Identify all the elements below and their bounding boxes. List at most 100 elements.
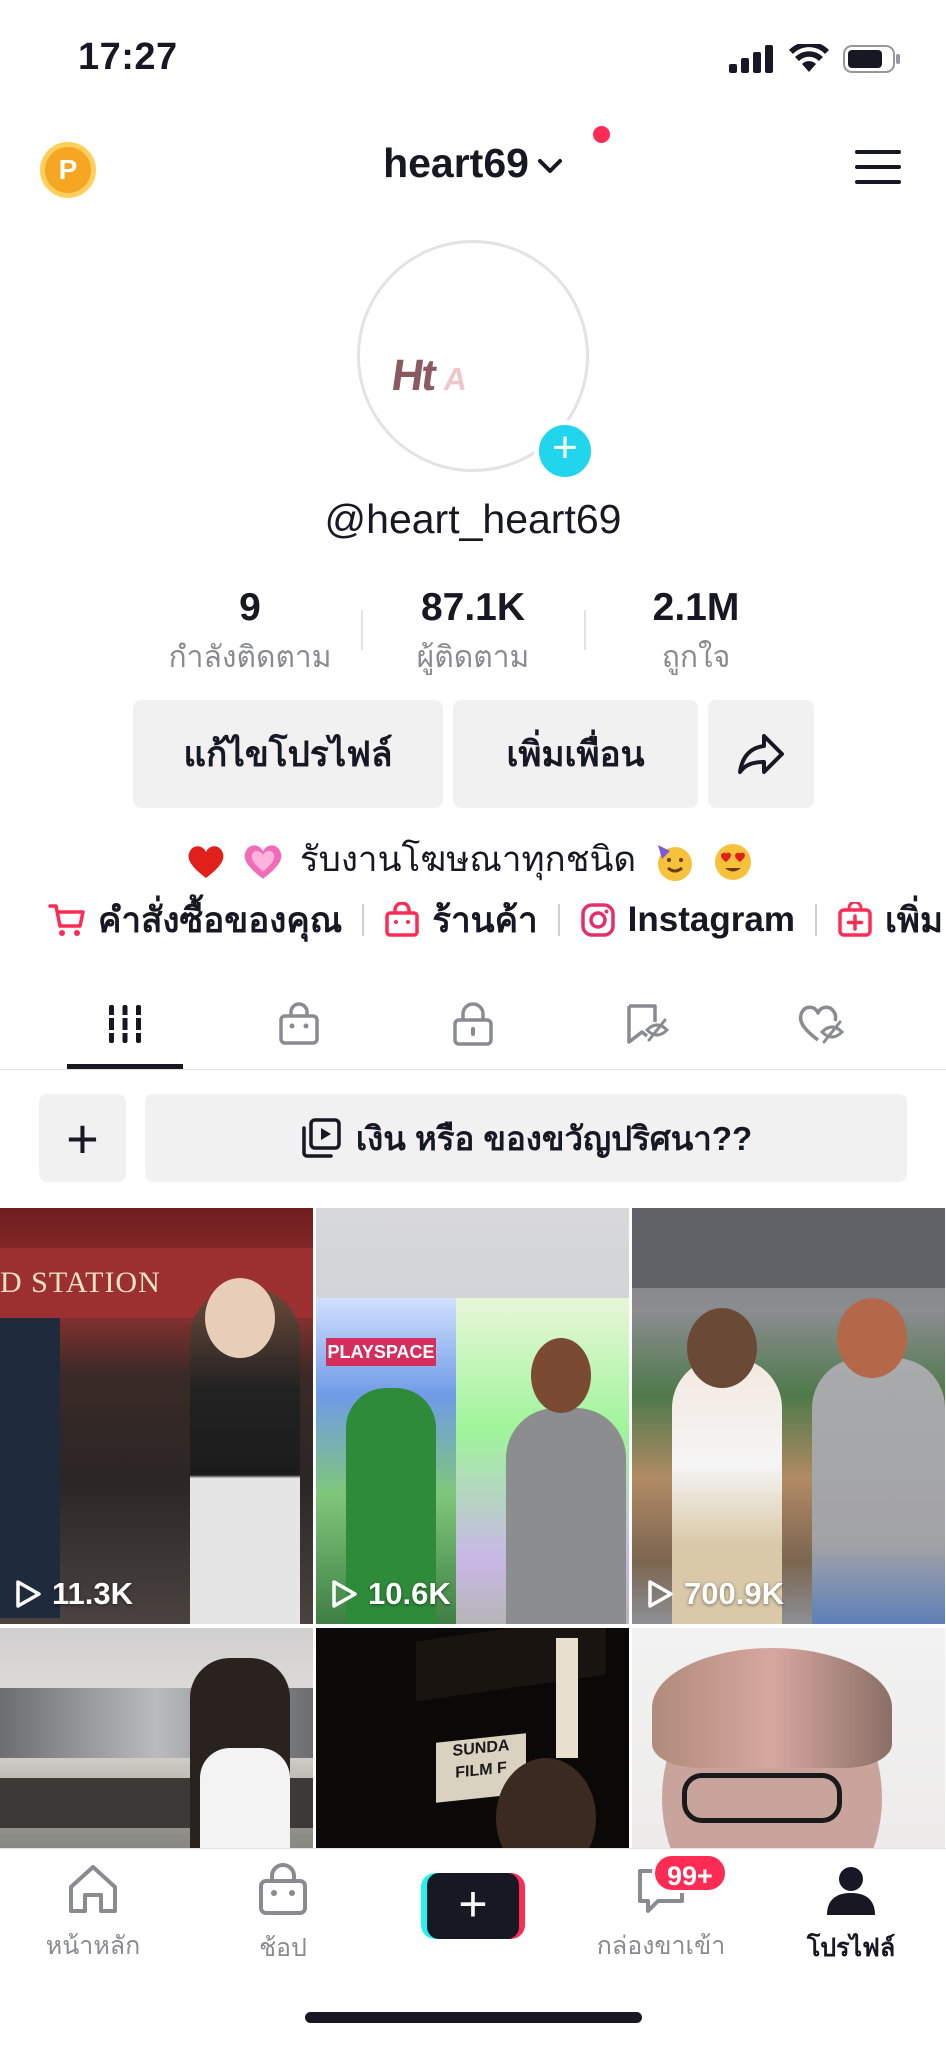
video-thumbnail[interactable] (632, 1628, 945, 1848)
add-box-icon (838, 902, 872, 937)
notification-dot (593, 126, 610, 143)
nav-inbox-label: กล่องขาเข้า (596, 1932, 726, 1960)
edit-profile-button[interactable]: แก้ไขโปรไฟล์ (133, 700, 443, 808)
status-icons (729, 44, 901, 74)
heart-eyes-face-icon (714, 843, 751, 880)
add-label: เพิ่ม (884, 900, 944, 940)
active-tab-indicator (67, 1064, 183, 1069)
add-story-button[interactable]: + (534, 420, 596, 482)
instagram-label: Instagram (627, 900, 795, 939)
shop-bag-icon (259, 1863, 307, 1915)
account-switcher[interactable]: heart69 (0, 140, 946, 187)
share-arrow-icon (738, 734, 784, 774)
status-time: 17:27 (78, 36, 178, 78)
profile-actions: แก้ไขโปรไฟล์ เพิ่มเพื่อน (0, 700, 946, 810)
header-username[interactable]: heart69 (383, 140, 529, 187)
tab-shop[interactable] (269, 998, 329, 1050)
cellular-signal-icon (729, 45, 773, 73)
link-separator (557, 904, 560, 936)
orders-link[interactable]: คำสั่งซื้อของคุณ (48, 893, 342, 948)
red-heart-icon (188, 845, 224, 878)
playlist-chip[interactable]: เงิน หรือ ของขวัญปริศนา?? (145, 1094, 907, 1182)
play-outline-icon (332, 1580, 357, 1608)
profile-bio: รับงานโฆษณาทุกชนิด (0, 832, 946, 887)
party-face-icon (657, 844, 692, 881)
profile-links: คำสั่งซื้อของคุณ ร้านค้า Instagram เพิ่ม (48, 892, 943, 948)
heart-hidden-icon (798, 1005, 845, 1044)
tab-favorites[interactable] (617, 998, 677, 1050)
shop-label: ร้านค้า (432, 900, 538, 940)
thumbnail-sign: PLAYSPACE (326, 1338, 436, 1366)
add-link[interactable]: เพิ่ม (837, 893, 943, 948)
share-profile-button[interactable] (708, 700, 814, 808)
following-label: กำลังติดตาม (168, 641, 332, 674)
shop-bag-icon (279, 1002, 319, 1045)
inbox-badge: 99+ (652, 1853, 728, 1893)
bookmark-hidden-icon (627, 1004, 670, 1044)
nav-profile[interactable]: โปรไฟล์ (776, 1863, 926, 1968)
avatar-logo-text: Ht (388, 351, 438, 400)
sparkling-heart-icon (244, 845, 282, 879)
bio-text: รับงานโฆษณาทุกชนิด (299, 840, 637, 879)
shop-bag-icon (385, 902, 419, 937)
video-thumbnail[interactable]: PLAYSPACE 10.6K (316, 1208, 629, 1624)
profile-stats: 9 กำลังติดตาม 87.1K ผู้ติดตาม 2.1M ถูกใจ (0, 586, 946, 676)
wifi-icon (789, 44, 829, 72)
video-thumbnail[interactable]: 700.9K (632, 1208, 945, 1624)
view-count: 10.6K (330, 1576, 451, 1612)
home-indicator (305, 2012, 642, 2023)
orders-label: คำสั่งซื้อของคุณ (98, 900, 343, 940)
stat-divider (361, 610, 363, 650)
nav-home[interactable]: หน้าหลัก (18, 1863, 168, 1966)
lock-icon (453, 1002, 493, 1046)
nav-shop[interactable]: ช้อป (208, 1863, 358, 1968)
battery-icon (843, 45, 900, 73)
nav-home-label: หน้าหลัก (45, 1932, 141, 1960)
playlist-title: เงิน หรือ ของขวัญปริศนา?? (355, 1119, 753, 1157)
tab-liked[interactable] (791, 998, 851, 1050)
shop-link[interactable]: ร้านค้า (384, 893, 538, 948)
plus-icon: + (427, 1873, 519, 1939)
likes-count: 2.1M (652, 586, 740, 629)
view-count-text: 700.9K (684, 1576, 784, 1611)
followers-count: 87.1K (420, 586, 526, 629)
view-count-text: 11.3K (52, 1576, 134, 1611)
following-count: 9 (239, 586, 261, 629)
view-count: 11.3K (14, 1576, 133, 1612)
playlist-icon (302, 1118, 341, 1158)
video-thumbnail[interactable] (0, 1628, 313, 1848)
video-thumbnail[interactable]: D STATION 11.3K (0, 1208, 313, 1624)
link-separator (814, 904, 817, 936)
avatar-logo: Ht A (388, 351, 469, 401)
likes-stat[interactable]: 2.1M ถูกใจ (601, 586, 791, 681)
grid-icon (105, 1005, 145, 1043)
view-count-text: 10.6K (368, 1576, 451, 1611)
home-icon (69, 1865, 117, 1913)
play-outline-icon (648, 1580, 673, 1608)
playlist-bar: + เงิน หรือ ของขวัญปริศนา?? (0, 1094, 946, 1184)
profile-header: P heart69 (0, 120, 946, 212)
nav-profile-label: โปรไฟล์ (806, 1934, 896, 1962)
add-playlist-button[interactable]: + (39, 1094, 126, 1182)
thumbnail-sign: D STATION (0, 1266, 161, 1299)
status-bar: 17:27 (0, 0, 946, 120)
view-count: 700.9K (646, 1576, 784, 1612)
chevron-down-icon[interactable] (537, 157, 563, 175)
tab-videos[interactable] (95, 998, 155, 1050)
video-grid: D STATION 11.3K PLAYSPACE 10.6K 700.9K S… (0, 1208, 946, 1848)
menu-icon[interactable] (855, 150, 901, 188)
add-friends-button[interactable]: เพิ่มเพื่อน (453, 700, 698, 808)
instagram-link[interactable]: Instagram (580, 900, 795, 940)
nav-shop-label: ช้อป (259, 1934, 307, 1962)
following-stat[interactable]: 9 กำลังติดตาม (155, 586, 345, 681)
content-tabs (0, 980, 946, 1070)
tab-private[interactable] (443, 998, 503, 1050)
followers-stat[interactable]: 87.1K ผู้ติดตาม (378, 586, 568, 681)
link-separator (362, 904, 365, 936)
video-thumbnail[interactable]: SUNDA FILM F (316, 1628, 629, 1848)
followers-label: ผู้ติดตาม (416, 641, 530, 674)
play-outline-icon (16, 1580, 41, 1608)
profile-handle: @heart_heart69 (324, 496, 622, 542)
likes-label: ถูกใจ (661, 641, 731, 674)
create-button[interactable]: + (421, 1873, 525, 1939)
